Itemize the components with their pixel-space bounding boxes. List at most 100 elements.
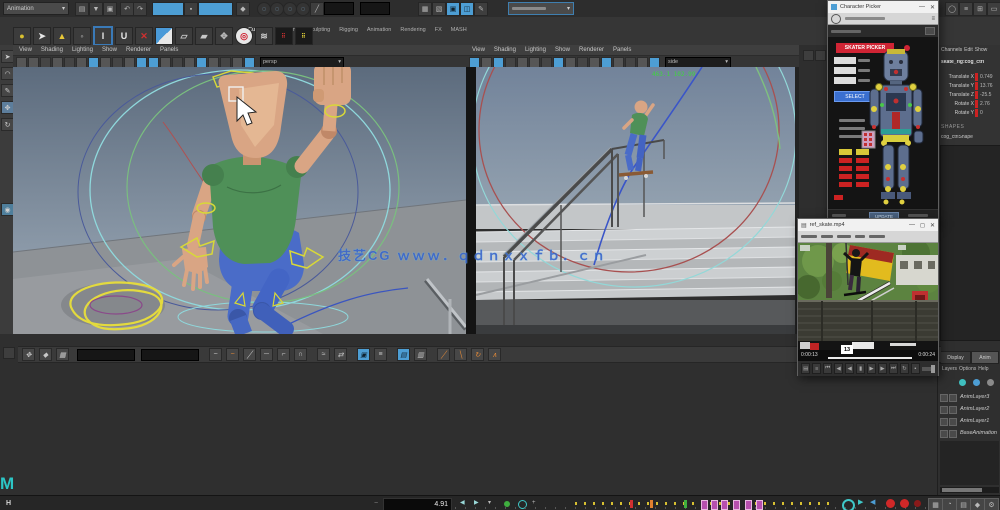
snap-toggle-icon[interactable]: ◆ (236, 2, 250, 16)
key-tick-magenta[interactable] (701, 500, 708, 510)
undo-icon[interactable]: ↶ (120, 2, 134, 16)
sidebar-attr-icon[interactable]: ◯ (945, 2, 959, 16)
object-name[interactable]: skate_rig:cog_ctrl (941, 60, 998, 65)
frame-marker[interactable]: 13 (841, 345, 853, 354)
toolbar-icon[interactable] (541, 57, 552, 68)
weight-dot-blue[interactable] (973, 379, 980, 386)
split-view-icon[interactable] (155, 27, 173, 45)
stacked-view-icon[interactable]: ≡ (374, 348, 387, 361)
picker-titlebar[interactable]: Character Picker — ✕ (828, 1, 938, 13)
panel-menu-icon[interactable] (3, 347, 15, 359)
solo-checkbox[interactable] (949, 430, 957, 438)
hotkey-icon[interactable]: H (6, 500, 11, 507)
menu-panels[interactable]: Panels (613, 47, 631, 53)
solo-checkbox[interactable] (949, 406, 957, 414)
toolbar-icon[interactable] (220, 57, 231, 68)
shelf-item-icon[interactable]: ● (13, 27, 31, 45)
render-settings-icon[interactable]: ▣ (446, 2, 460, 16)
key-tick-magenta[interactable] (745, 500, 752, 510)
toolbar-icon[interactable] (28, 57, 39, 68)
toolbar-icon[interactable] (589, 57, 600, 68)
menu-view[interactable]: View (472, 47, 485, 53)
dope-sheet-button[interactable]: ▤ (956, 498, 971, 510)
graph-button[interactable]: ◔ (942, 498, 957, 510)
menu-show[interactable]: Show (102, 47, 117, 53)
play-forward-icon[interactable]: ▶ (858, 499, 863, 506)
toolbar-icon[interactable] (124, 57, 135, 68)
toolbar-icon[interactable] (565, 57, 576, 68)
key-tick-magenta[interactable] (721, 500, 728, 510)
yellow-grid-icon[interactable]: ⠿ (295, 27, 313, 45)
anim-layer-row[interactable]: BaseAnimation (940, 428, 999, 439)
record-icon-2[interactable] (900, 499, 909, 508)
menu-shading[interactable]: Shading (494, 47, 516, 53)
toolbar-icon[interactable] (208, 57, 219, 68)
add-key-icon[interactable]: + (532, 500, 536, 506)
record-ring-icon[interactable]: ◎ (235, 27, 253, 45)
toolbar-icon[interactable] (76, 57, 87, 68)
mute-checkbox[interactable] (940, 406, 948, 414)
display-layer-icon[interactable]: ◫ (460, 2, 474, 16)
play-back-icon[interactable]: ◀ (870, 499, 875, 506)
pre-infinity-icon[interactable]: ╱ (437, 348, 450, 361)
menu-lighting[interactable]: Lighting (72, 47, 93, 53)
snap-point-icon[interactable]: ◌ (283, 2, 297, 16)
h-scrollbar-track[interactable] (940, 487, 999, 493)
linear-tangent-icon[interactable]: ╱ (243, 348, 256, 361)
goto-start-icon[interactable]: ⏮ (823, 363, 832, 374)
plateau-tangent-icon[interactable]: ∩ (294, 348, 307, 361)
shelf-tab-mash[interactable]: MASH (451, 27, 467, 33)
menu-help[interactable]: Help (978, 367, 988, 372)
slash-icon[interactable]: ╱ (310, 2, 324, 16)
weight-dot-gray[interactable] (987, 379, 994, 386)
video-frame[interactable] (798, 243, 938, 350)
channel-value[interactable]: 0.749 (980, 74, 993, 80)
maximize-icon[interactable]: ◻ (920, 222, 925, 229)
save-scene-icon[interactable]: ▣ (103, 2, 117, 16)
toolbar-icon[interactable] (232, 57, 243, 68)
shelf-tab-rigging[interactable]: Rigging (339, 27, 358, 33)
snap-plane-icon[interactable]: ◌ (296, 2, 310, 16)
shelf-item-icon[interactable]: ◦ (73, 27, 91, 45)
channel-row[interactable]: Translate Z-25.5 (938, 91, 1000, 100)
oscillate-icon[interactable]: ∧ (488, 348, 501, 361)
toolbar-icon-active[interactable] (196, 57, 207, 68)
new-scene-icon[interactable]: ▤ (75, 2, 89, 16)
post-infinity-icon[interactable]: ╲ (454, 348, 467, 361)
toolbar-icon-active[interactable] (601, 57, 612, 68)
denormalize-icon[interactable]: ▥ (414, 348, 427, 361)
toolbar-icon[interactable] (481, 57, 492, 68)
menu-show[interactable]: Show (975, 48, 988, 53)
step-back-icon[interactable]: ◀ (834, 363, 843, 374)
toolbar-icon-active[interactable] (649, 57, 660, 68)
menu-show[interactable]: Show (555, 47, 570, 53)
step-tangent-icon[interactable]: ⌐ (277, 348, 290, 361)
playback-loop-icon[interactable] (842, 499, 855, 510)
slider-thumb[interactable] (931, 365, 935, 373)
toolbar-icon-active[interactable] (469, 57, 480, 68)
key-tick-red[interactable] (630, 500, 633, 508)
toolbar-icon[interactable] (172, 57, 183, 68)
menu-lighting[interactable]: Lighting (525, 47, 546, 53)
key-tick-green[interactable] (684, 500, 687, 508)
panel-icon[interactable] (815, 50, 826, 61)
current-frame-field[interactable]: 4.91 (383, 498, 452, 510)
toolbar-icon[interactable] (637, 57, 648, 68)
toolbar-icon[interactable] (160, 57, 171, 68)
channel-row[interactable]: Translate X0.749 (938, 73, 1000, 82)
next-key-icon[interactable]: ▶ (474, 500, 479, 506)
toolbar-icon[interactable] (112, 57, 123, 68)
key-tick-magenta[interactable] (733, 500, 740, 510)
minimize-icon[interactable]: — (909, 222, 915, 228)
selection-mask-field[interactable] (198, 2, 233, 16)
numeric-input-field[interactable] (360, 2, 390, 15)
anim-pref-button[interactable]: ▦ (928, 498, 943, 510)
lattice-icon[interactable]: ▦ (56, 348, 69, 361)
list-view-icon[interactable]: ≡ (812, 363, 821, 374)
trax-button[interactable]: ◆ (970, 498, 985, 510)
render-icon[interactable]: ▦ (418, 2, 432, 16)
buffer-curve-icon[interactable]: ≈ (317, 348, 330, 361)
shelf-tab-rendering[interactable]: Rendering (400, 27, 425, 33)
loop-icon[interactable]: ↻ (900, 363, 909, 374)
toolbar-icon-active[interactable] (493, 57, 504, 68)
